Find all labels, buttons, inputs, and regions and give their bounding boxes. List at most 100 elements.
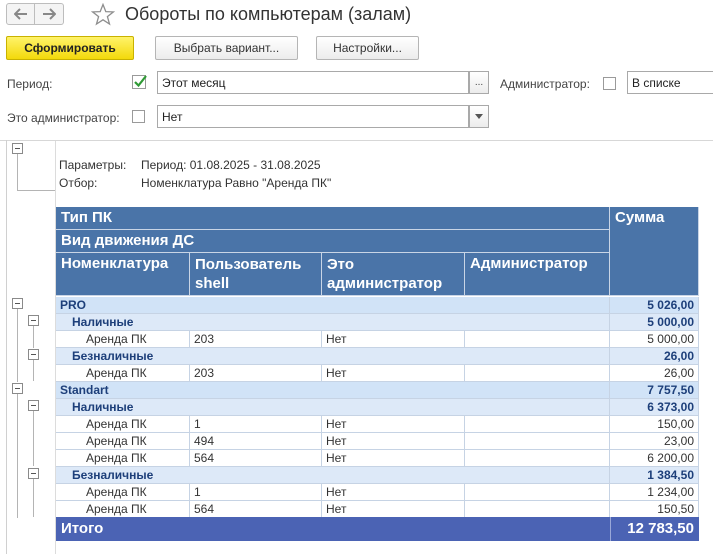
collapse-standart-icon[interactable] xyxy=(12,383,23,394)
header-flow-type: Вид движения ДС xyxy=(56,230,610,253)
generate-button[interactable]: Сформировать xyxy=(6,36,134,60)
row-name: Аренда ПК xyxy=(56,450,190,467)
table-row[interactable]: PRO 5 026,00 xyxy=(56,297,699,314)
period-field[interactable]: Этот месяц xyxy=(157,71,469,94)
row-sum: 23,00 xyxy=(610,433,699,450)
row-sum: 7 757,50 xyxy=(610,382,699,399)
favorite-star-icon[interactable] xyxy=(90,2,116,29)
table-row[interactable]: Наличные 6 373,00 xyxy=(56,399,699,416)
row-admin xyxy=(465,365,610,382)
admin-label: Администратор: xyxy=(500,77,590,91)
is-admin-checkbox[interactable] xyxy=(132,110,145,123)
admin-checkbox[interactable] xyxy=(603,77,616,90)
params-label: Параметры: xyxy=(59,158,127,172)
row-admin xyxy=(465,331,610,348)
period-label: Период: xyxy=(7,77,53,91)
collapse-pro-noncash-icon[interactable] xyxy=(28,349,39,360)
table-row[interactable]: Безналичные 1 384,50 xyxy=(56,467,699,484)
row-admin xyxy=(465,416,610,433)
params-value: Период: 01.08.2025 - 31.08.2025 xyxy=(141,158,321,172)
period-checkbox[interactable] xyxy=(132,74,148,93)
row-sum: 5 026,00 xyxy=(610,297,699,314)
header-admin: Администратор xyxy=(465,253,610,296)
tree-line xyxy=(17,154,18,190)
tree-line xyxy=(33,478,34,517)
row-sum: 150,00 xyxy=(610,416,699,433)
header-sum: Сумма xyxy=(610,207,699,296)
tree-line xyxy=(17,190,55,191)
is-admin-field[interactable]: Нет xyxy=(157,105,469,128)
report-divider xyxy=(0,140,713,141)
row-sum: 6 200,00 xyxy=(610,450,699,467)
back-button[interactable] xyxy=(6,3,35,25)
page-title: Обороты по компьютерам (залам) xyxy=(125,4,412,24)
header-is-admin-line2: администратор xyxy=(327,275,443,292)
row-is-admin: Нет xyxy=(322,365,465,382)
row-name: Аренда ПК xyxy=(56,416,190,433)
header-user-shell-line1: Пользователь xyxy=(195,256,302,273)
row-name: Безналичные xyxy=(56,348,610,365)
row-user: 564 xyxy=(190,450,322,467)
row-sum: 1 384,50 xyxy=(610,467,699,484)
forward-button[interactable] xyxy=(35,3,64,25)
tree-line xyxy=(33,410,34,466)
tree-line xyxy=(17,393,18,518)
row-is-admin: Нет xyxy=(322,450,465,467)
checkmark-icon xyxy=(132,75,147,89)
total-divider xyxy=(610,517,611,541)
total-label: Итого xyxy=(61,520,104,537)
collapse-standart-cash-icon[interactable] xyxy=(28,400,39,411)
row-is-admin: Нет xyxy=(322,433,465,450)
row-name: Наличные xyxy=(56,399,610,416)
header-user-shell: Пользователь shell xyxy=(190,253,322,296)
row-user: 494 xyxy=(190,433,322,450)
row-admin xyxy=(465,450,610,467)
header-pc-type: Тип ПК xyxy=(56,207,610,230)
table-row[interactable]: Аренда ПК 203 Нет 26,00 xyxy=(56,365,699,382)
table-row[interactable]: Аренда ПК 1 Нет 150,00 xyxy=(56,416,699,433)
collapse-standart-noncash-icon[interactable] xyxy=(28,468,39,479)
row-sum: 6 373,00 xyxy=(610,399,699,416)
choose-variant-button[interactable]: Выбрать вариант... xyxy=(155,36,298,60)
filter-value: Номенклатура Равно "Аренда ПК" xyxy=(141,176,332,190)
table-row[interactable]: Standart 7 757,50 xyxy=(56,382,699,399)
row-name: Аренда ПК xyxy=(56,331,190,348)
table-row[interactable]: Аренда ПК 203 Нет 5 000,00 xyxy=(56,331,699,348)
row-sum: 26,00 xyxy=(610,365,699,382)
header-nomenclature: Номенклатура xyxy=(56,253,190,296)
row-admin xyxy=(465,484,610,501)
row-sum: 5 000,00 xyxy=(610,331,699,348)
header-is-admin-line1: Это xyxy=(327,256,354,273)
collapse-pro-icon[interactable] xyxy=(12,298,23,309)
table-row[interactable]: Наличные 5 000,00 xyxy=(56,314,699,331)
row-name: Аренда ПК xyxy=(56,433,190,450)
chevron-down-icon xyxy=(475,114,483,119)
row-is-admin: Нет xyxy=(322,501,465,518)
filter-label: Отбор: xyxy=(59,176,98,190)
settings-button[interactable]: Настройки... xyxy=(316,36,419,60)
row-name: Наличные xyxy=(56,314,610,331)
row-sum: 5 000,00 xyxy=(610,314,699,331)
table-row[interactable]: Аренда ПК 564 Нет 6 200,00 xyxy=(56,450,699,467)
table-row[interactable]: Аренда ПК 494 Нет 23,00 xyxy=(56,433,699,450)
table-row[interactable]: Аренда ПК 564 Нет 150,50 xyxy=(56,501,699,518)
collapse-params-icon[interactable] xyxy=(12,143,23,154)
collapse-pro-cash-icon[interactable] xyxy=(28,315,39,326)
row-name: Аренда ПК xyxy=(56,365,190,382)
report-left-border xyxy=(6,140,7,554)
is-admin-dropdown-button[interactable] xyxy=(469,105,489,128)
row-is-admin: Нет xyxy=(322,331,465,348)
admin-field[interactable]: В списке xyxy=(627,71,713,94)
header-user-shell-line2: shell xyxy=(195,275,230,292)
total-row[interactable]: Итого 12 783,50 xyxy=(56,517,699,541)
row-sum: 26,00 xyxy=(610,348,699,365)
row-user: 1 xyxy=(190,484,322,501)
row-is-admin: Нет xyxy=(322,416,465,433)
period-select-button[interactable]: ... xyxy=(469,71,489,94)
row-sum: 1 234,00 xyxy=(610,484,699,501)
row-is-admin: Нет xyxy=(322,484,465,501)
arrow-left-icon xyxy=(13,8,27,20)
table-row[interactable]: Безналичные 26,00 xyxy=(56,348,699,365)
is-admin-label: Это администратор: xyxy=(7,111,120,125)
table-row[interactable]: Аренда ПК 1 Нет 1 234,00 xyxy=(56,484,699,501)
